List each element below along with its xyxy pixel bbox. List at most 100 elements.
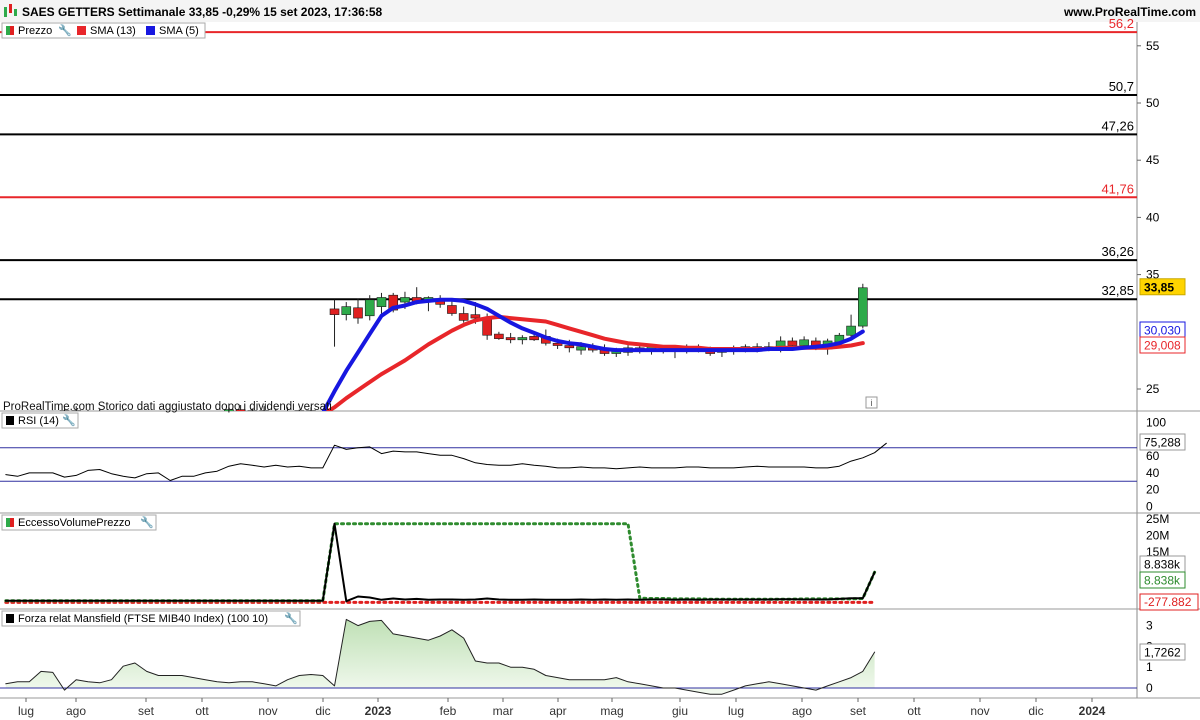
price-level-label: 41,76 bbox=[1101, 181, 1134, 196]
square-icon bbox=[6, 518, 10, 527]
sma13-value-tag: 29,008 bbox=[1144, 339, 1181, 353]
legend-sma5-label: SMA (5) bbox=[159, 25, 199, 37]
rsi-legend-label: RSI (14) bbox=[18, 415, 59, 427]
square-icon bbox=[6, 416, 14, 425]
candle-icon bbox=[10, 26, 14, 35]
candle-body bbox=[177, 414, 186, 417]
candle-body bbox=[201, 415, 210, 416]
candle-body bbox=[107, 413, 116, 416]
volume-signal-line bbox=[4, 522, 877, 603]
wrench-icon[interactable]: 🔧 bbox=[284, 611, 298, 625]
mansfield-panel bbox=[0, 618, 1137, 695]
candle-body bbox=[846, 325, 856, 336]
x-axis-label: nov bbox=[258, 704, 277, 718]
candle-body bbox=[787, 340, 798, 346]
x-axis-label: dic bbox=[1028, 704, 1043, 718]
svg-text:i: i bbox=[871, 398, 873, 408]
adjusted-data-note: ProRealTime.com Storico dati aggiustato … bbox=[3, 401, 332, 413]
mansfield-area bbox=[5, 619, 875, 695]
square-icon bbox=[77, 26, 86, 35]
x-axis: lug ago set ott nov dic 2023 feb mar apr mag giu lug… bbox=[18, 698, 1106, 718]
candle-body bbox=[470, 314, 481, 319]
y-axes: 55504540352533,8530,03029,00810060402007… bbox=[1137, 39, 1199, 695]
x-axis-label: 2023 bbox=[365, 704, 392, 718]
legend-sma13-label: SMA (13) bbox=[90, 25, 136, 37]
x-axis-label: feb bbox=[440, 704, 457, 718]
candle-body bbox=[576, 346, 586, 351]
last-price-tag: 33,85 bbox=[1144, 280, 1174, 294]
candle-body bbox=[564, 345, 575, 349]
volume-y-tick-label: 20M bbox=[1146, 528, 1169, 542]
candle-body bbox=[364, 299, 375, 317]
candle-body bbox=[400, 297, 410, 303]
x-axis-label: apr bbox=[549, 704, 566, 718]
square-icon bbox=[6, 614, 14, 623]
volume-panel bbox=[4, 522, 877, 604]
rsi-y-tick-label: 40 bbox=[1146, 466, 1160, 480]
mansfield-value-tag: 1,7262 bbox=[1144, 646, 1181, 660]
legend-price-label: Prezzo bbox=[18, 25, 52, 37]
price-y-tick-label: 50 bbox=[1146, 96, 1160, 110]
price-y-tick-label: 55 bbox=[1146, 39, 1160, 53]
candle-body bbox=[329, 308, 340, 315]
volume-value-tag: 8.838k bbox=[1144, 558, 1181, 572]
rsi-line bbox=[5, 442, 887, 481]
candle-body bbox=[189, 415, 198, 417]
price-y-tick-label: 40 bbox=[1146, 210, 1160, 224]
x-axis-label: ott bbox=[195, 704, 209, 718]
candle-body bbox=[213, 413, 222, 416]
candle-body bbox=[858, 287, 868, 327]
mansfield-y-tick-label: 3 bbox=[1146, 619, 1153, 633]
candle-body bbox=[517, 337, 528, 341]
price-y-tick-label: 45 bbox=[1146, 153, 1160, 167]
x-axis-label: set bbox=[138, 704, 155, 718]
rsi-y-tick-label: 100 bbox=[1146, 416, 1166, 430]
x-axis-label: ago bbox=[66, 704, 86, 718]
candle-body bbox=[142, 415, 151, 418]
candle-body bbox=[119, 413, 128, 418]
x-axis-label: lug bbox=[728, 704, 744, 718]
candle-body bbox=[341, 306, 352, 315]
price-levels: 56,2 50,7 47,26 41,76 36,26 32,85 bbox=[0, 16, 1137, 301]
candle-body bbox=[494, 333, 504, 339]
x-axis-label: mag bbox=[600, 704, 623, 718]
x-axis-label: nov bbox=[970, 704, 989, 718]
volume-excess-line bbox=[4, 522, 876, 603]
volume-y-tick-label: 25M bbox=[1146, 512, 1169, 526]
mansfield-y-tick-label: 1 bbox=[1146, 660, 1153, 674]
volume-legend-label: EccessoVolumePrezzo bbox=[18, 517, 131, 529]
candle-body bbox=[505, 337, 516, 341]
x-axis-label: giu bbox=[672, 704, 688, 718]
x-axis-label: dic bbox=[315, 704, 330, 718]
wrench-icon[interactable]: 🔧 bbox=[62, 413, 76, 427]
price-level-label: 36,26 bbox=[1101, 244, 1134, 259]
mansfield-legend-label: Forza relat Mansfield (FTSE MIB40 Index)… bbox=[18, 613, 268, 625]
price-level-label: 56,2 bbox=[1109, 16, 1134, 31]
volume-signal-tag: 8.838k bbox=[1144, 574, 1181, 588]
sma5-value-tag: 30,030 bbox=[1144, 324, 1181, 338]
candle-body bbox=[376, 297, 387, 307]
x-axis-label: set bbox=[850, 704, 867, 718]
x-axis-label: 2024 bbox=[1079, 704, 1106, 718]
candle-body bbox=[799, 339, 809, 346]
volume-legend: EccessoVolumePrezzo 🔧 bbox=[1, 514, 157, 531]
chart-canvas: SAES GETTERS Settimanale 33,85 -0,29% 15… bbox=[0, 0, 1200, 718]
mansfield-y-tick-label: 0 bbox=[1146, 681, 1153, 695]
candle-icon bbox=[6, 26, 10, 35]
price-level-label: 32,85 bbox=[1101, 283, 1134, 298]
candle-body bbox=[130, 415, 139, 417]
square-icon bbox=[146, 26, 155, 35]
rsi-legend: RSI (14) 🔧 bbox=[1, 412, 79, 429]
price-legend: Prezzo 🔧 SMA (13) SMA (5) bbox=[1, 22, 206, 39]
wrench-icon[interactable]: 🔧 bbox=[140, 515, 154, 529]
candle-body bbox=[458, 313, 469, 321]
price-level-label: 47,26 bbox=[1101, 118, 1134, 133]
chart-title: SAES GETTERS Settimanale 33,85 -0,29% 15… bbox=[22, 5, 383, 19]
candle-body bbox=[154, 416, 163, 418]
wrench-icon[interactable]: 🔧 bbox=[58, 23, 72, 37]
info-icon[interactable]: i bbox=[865, 396, 878, 409]
x-axis-label: ott bbox=[907, 704, 921, 718]
sma5-line bbox=[240, 297, 865, 411]
rsi-value-tag: 75,288 bbox=[1144, 436, 1181, 450]
x-axis-label: mar bbox=[493, 704, 514, 718]
